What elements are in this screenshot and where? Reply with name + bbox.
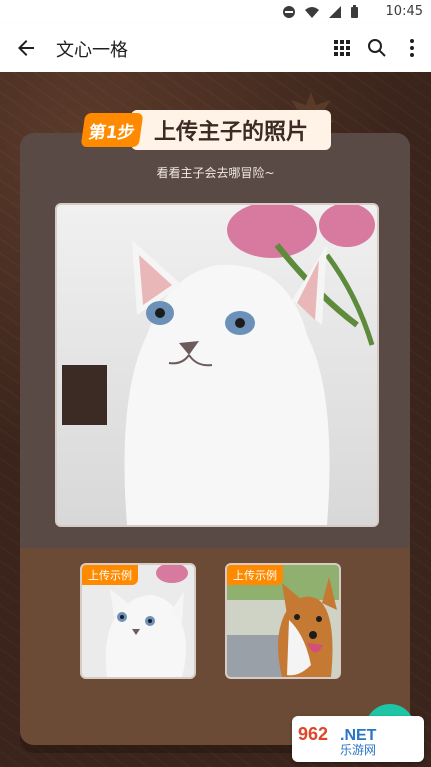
example-tag: 上传示例 <box>227 565 283 585</box>
example-tag: 上传示例 <box>82 565 138 585</box>
status-icons <box>282 5 359 19</box>
svg-text:.NET: .NET <box>340 727 377 744</box>
example-thumbnails: 上传示例 上传示例 <box>80 563 341 679</box>
main-pet-photo[interactable] <box>55 203 379 527</box>
svg-text:乐游网: 乐游网 <box>340 743 376 756</box>
example-dog-thumb[interactable]: 上传示例 <box>225 563 341 679</box>
signal-icon <box>329 6 341 18</box>
status-bar: 10:45 <box>0 0 431 24</box>
watermark-logo: 962 .NET 乐游网 <box>298 724 377 756</box>
cat-photo <box>57 205 377 525</box>
step-title: 上传主子的照片 <box>131 110 331 150</box>
svg-text:962: 962 <box>298 724 328 744</box>
search-icon[interactable] <box>365 36 389 60</box>
more-vert-icon[interactable] <box>400 36 424 60</box>
step-badge: 上传主子的照片 第1步 <box>80 110 333 156</box>
status-time: 10:45 <box>385 4 423 19</box>
app-title: 文心一格 <box>56 40 128 61</box>
site-watermark: 962 .NET 乐游网 <box>292 716 424 762</box>
step-number: 第1步 <box>80 113 144 147</box>
step-subtitle: 看看主子会去哪冒险~ <box>156 166 275 180</box>
wifi-icon <box>305 7 319 18</box>
app-bar: 文心一格 <box>0 24 431 72</box>
grid-icon[interactable] <box>330 36 354 60</box>
do-not-disturb-icon <box>283 6 295 18</box>
example-cat-thumb[interactable]: 上传示例 <box>80 563 196 679</box>
back-arrow-icon[interactable] <box>14 36 38 60</box>
battery-icon <box>351 5 358 18</box>
